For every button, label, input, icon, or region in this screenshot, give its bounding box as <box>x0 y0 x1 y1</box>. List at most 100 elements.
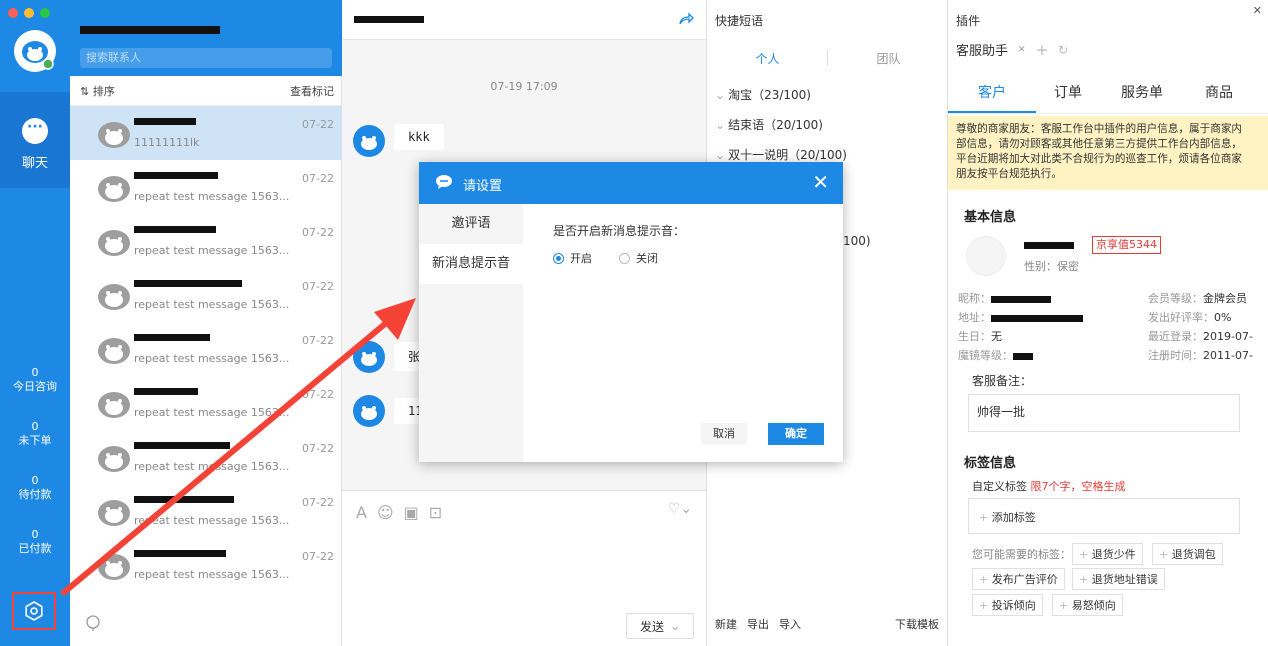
field-label: 会员等级： <box>1148 292 1203 305</box>
custom-tag-label: 自定义标签 限7个字，空格生成 <box>972 478 1126 494</box>
refresh-icon[interactable]: ↻ <box>1058 43 1068 57</box>
share-icon[interactable] <box>678 12 694 26</box>
contacts-header: 搜索联系人 <box>70 0 342 76</box>
new-link[interactable]: 新建 <box>715 616 737 632</box>
avatar <box>96 388 132 420</box>
suggested-tag[interactable]: 易怒倾向 <box>1052 594 1123 616</box>
message-preview: repeat test message 1563... <box>134 352 290 365</box>
contact-row[interactable]: repeat test message 1563... 07-22 <box>70 484 342 538</box>
import-link[interactable]: 导入 <box>779 616 801 632</box>
redacted-contact-name <box>134 334 210 341</box>
contact-date: 07-22 <box>302 172 334 185</box>
phrase-group[interactable]: ⌄ 双十一说明（20/100) <box>715 146 847 163</box>
phrase-group[interactable]: ⌄ 结束语（20/100) <box>715 116 823 133</box>
nickname-row: 昵称： <box>958 290 1051 306</box>
contact-row[interactable]: repeat test message 1563... 07-22 <box>70 214 342 268</box>
font-icon[interactable]: A <box>356 503 367 522</box>
stat-label: 未下单 <box>18 434 52 447</box>
avatar <box>352 394 386 428</box>
contact-row[interactable]: repeat test message 1563... 07-22 <box>70 160 342 214</box>
zoom-window-dot[interactable] <box>40 8 50 18</box>
sidebar-item-new-message-sound[interactable]: 新消息提示音 <box>419 244 523 284</box>
close-icon[interactable]: ✕ <box>1018 45 1026 55</box>
search-input[interactable]: 搜索联系人 <box>80 48 332 68</box>
redacted-value <box>991 295 1051 303</box>
contact-row[interactable]: repeat test message 1563... 07-22 <box>70 538 342 592</box>
plugin-tab-label[interactable]: 客服助手 <box>956 40 1008 59</box>
export-link[interactable]: 导出 <box>747 616 769 632</box>
suggested-tag[interactable]: 退货地址错误 <box>1072 568 1165 590</box>
add-tag-field[interactable]: + 添加标签 <box>968 498 1240 534</box>
suggested-tag[interactable]: 退货少件 <box>1072 543 1143 565</box>
stat-pending-payment[interactable]: 0 待付款 <box>0 474 70 502</box>
phrase-group[interactable]: 100) <box>843 234 871 248</box>
custom-tag-hint: 限7个字，空格生成 <box>1030 480 1126 493</box>
headset-icon[interactable] <box>84 614 102 632</box>
image-icon[interactable]: ▣ <box>404 503 419 522</box>
add-tag-label: 添加标签 <box>991 511 1036 524</box>
download-template-link[interactable]: 下载模板 <box>895 616 939 632</box>
contact-row[interactable]: 11111111lk 07-22 <box>70 106 342 160</box>
nav-chat[interactable]: ··· 聊天 <box>0 92 70 188</box>
option-label: 关闭 <box>636 252 658 265</box>
option-on[interactable]: 开启 <box>553 250 592 266</box>
send-button[interactable]: 发送 ⌄ <box>626 613 694 639</box>
avatar <box>96 172 132 204</box>
stat-today-consult[interactable]: 0 今日咨询 <box>0 366 70 394</box>
view-marks-link[interactable]: 查看标记 <box>290 83 334 99</box>
nav-rail: ··· 聊天 0 今日咨询 0 未下单 0 待付款 0 已付款 <box>0 0 70 646</box>
tag-info-heading: 标签信息 <box>964 456 1017 471</box>
stat-label: 待付款 <box>18 488 52 501</box>
emoji-icon[interactable]: ☺ <box>377 503 394 522</box>
redacted-value <box>991 314 1083 322</box>
redacted-customer-name <box>1024 242 1074 249</box>
suggested-tag[interactable]: 发布广告评价 <box>972 568 1065 590</box>
tab-team[interactable]: 团队 <box>828 48 949 74</box>
field-label: 昵称： <box>958 292 991 305</box>
sort-icon: ⇅ <box>80 84 93 98</box>
cancel-button[interactable]: 取消 <box>701 423 747 445</box>
add-icon[interactable]: + <box>1036 41 1049 59</box>
contact-row[interactable]: repeat test message 1563... 07-22 <box>70 376 342 430</box>
stat-not-ordered[interactable]: 0 未下单 <box>0 420 70 448</box>
contact-row[interactable]: repeat test message 1563... 07-22 <box>70 322 342 376</box>
radio-on[interactable] <box>553 252 564 264</box>
add-tag-button[interactable]: + 添加标签 <box>979 509 1036 525</box>
close-icon[interactable]: ✕ <box>812 170 829 194</box>
quick-footer: 新建 导出 导入 <box>715 616 801 632</box>
service-note-field[interactable]: 帅得一批 <box>968 394 1240 432</box>
suggested-tag[interactable]: 退货调包 <box>1152 543 1223 565</box>
settings-button[interactable] <box>12 592 56 630</box>
contact-row[interactable]: repeat test message 1563... 07-22 <box>70 430 342 484</box>
close-icon[interactable]: ✕ <box>1253 4 1262 17</box>
contact-row[interactable]: repeat test message 1563... 07-22 <box>70 268 342 322</box>
chevron-down-icon[interactable]: ⌄ <box>670 619 680 633</box>
close-window-dot[interactable] <box>8 8 18 18</box>
tab-orders[interactable]: 订单 <box>1036 80 1100 113</box>
radio-off[interactable] <box>619 252 630 264</box>
plugin-panel: 插件 客服助手 ✕ + ↻ 客户 订单 服务单 商品 尊敬的商家朋友：客服工作台… <box>948 0 1268 646</box>
phrase-group[interactable]: ⌄ 淘宝（23/100) <box>715 86 811 103</box>
file-icon[interactable]: ⊡ <box>429 503 442 522</box>
favorite-icon[interactable]: ♡⌄ <box>668 501 692 517</box>
sort-button[interactable]: ⇅ 排序 <box>80 83 115 99</box>
sidebar-item-invite-review[interactable]: 邀评语 <box>419 204 523 244</box>
redacted-contact-name <box>134 172 218 179</box>
field-value: 2019-07- <box>1203 330 1253 343</box>
user-avatar[interactable] <box>14 30 56 72</box>
tab-personal[interactable]: 个人 <box>707 48 828 74</box>
stat-paid[interactable]: 0 已付款 <box>0 528 70 556</box>
tab-customer[interactable]: 客户 <box>948 80 1036 113</box>
message-preview: 11111111lk <box>134 136 200 149</box>
contacts-panel: 搜索联系人 ⇅ 排序 查看标记 11111111lk 07-22 repeat te… <box>70 0 342 646</box>
tab-service-orders[interactable]: 服务单 <box>1100 80 1184 113</box>
suggested-tag[interactable]: 投诉倾向 <box>972 594 1043 616</box>
sort-label: 排序 <box>92 84 115 98</box>
contact-date: 07-22 <box>302 334 334 347</box>
field-value: 2011-07- <box>1203 349 1253 362</box>
confirm-button[interactable]: 确定 <box>768 423 824 445</box>
minimize-window-dot[interactable] <box>24 8 34 18</box>
option-off[interactable]: 关闭 <box>619 250 658 266</box>
tab-products[interactable]: 商品 <box>1184 80 1254 113</box>
plugin-subtabs: 客户 订单 服务单 商品 <box>948 80 1268 114</box>
